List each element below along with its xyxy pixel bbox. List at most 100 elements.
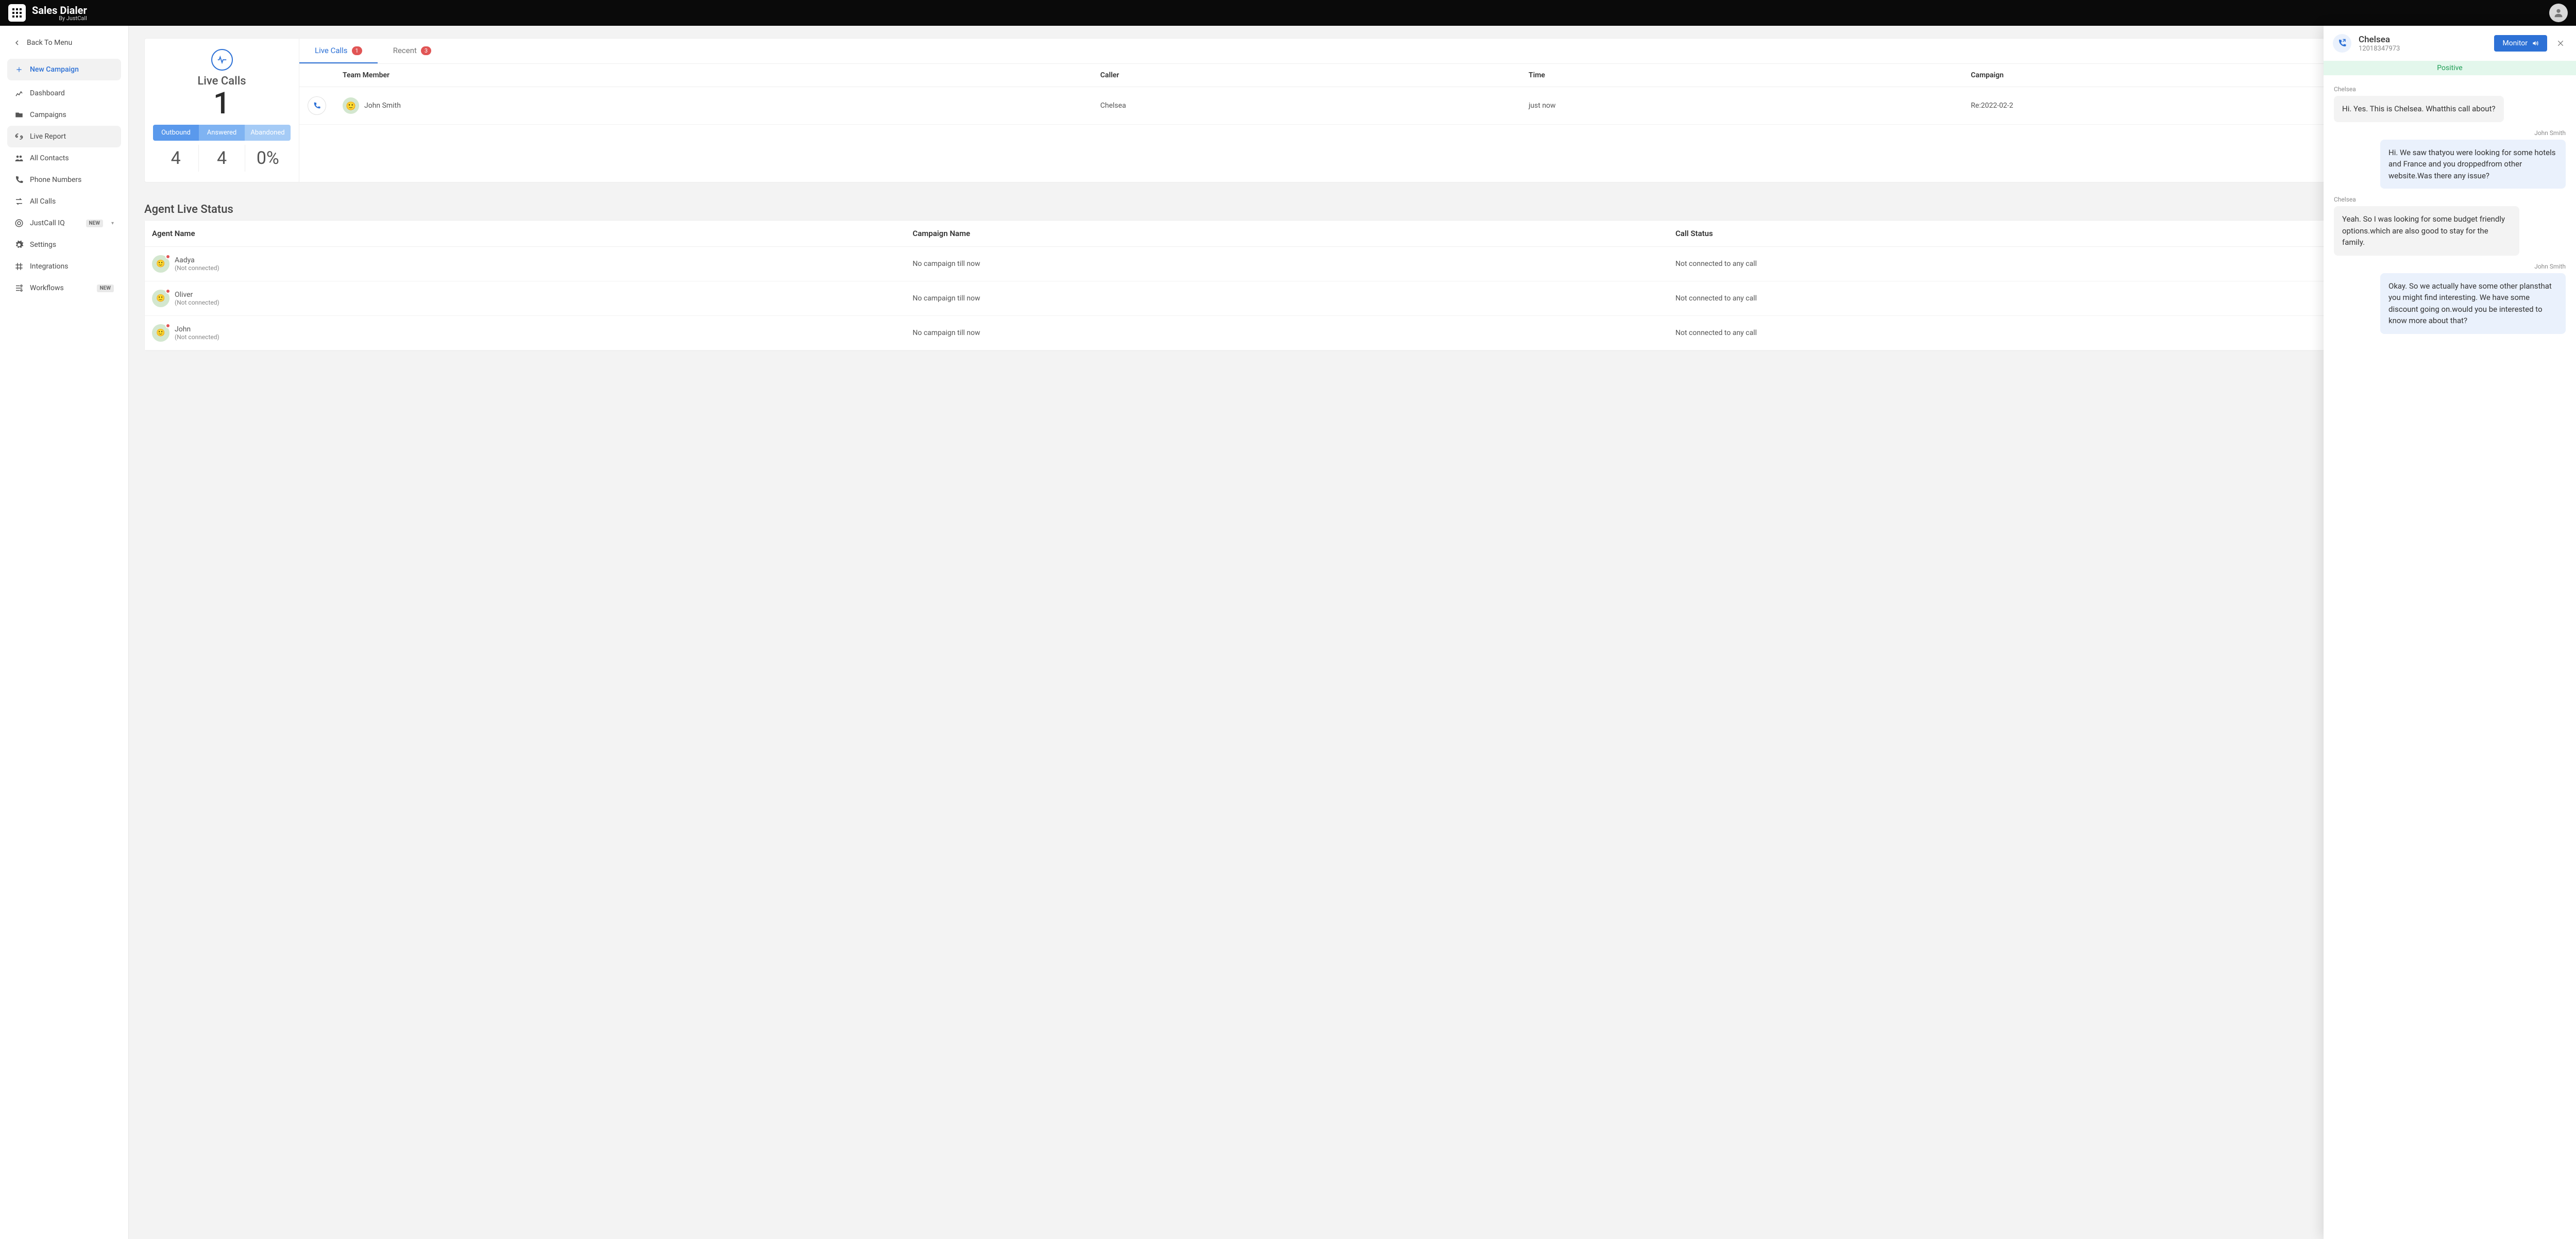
- sidebar-item-campaigns[interactable]: Campaigns: [7, 104, 121, 126]
- transcript-message: Hi. We saw thatyou were looking for some…: [2380, 140, 2566, 189]
- brand-byline: By JustCall: [32, 15, 87, 21]
- sidebar-item-workflows[interactable]: Workflows NEW: [7, 277, 121, 299]
- call-time: just now: [1520, 87, 1962, 125]
- outgoing-call-icon: [2333, 34, 2351, 53]
- app-launcher-button[interactable]: [8, 4, 26, 22]
- live-calls-table: Team Member Caller Time Campaign 🙂John S…: [299, 64, 2560, 125]
- monitor-button-label: Monitor: [2502, 39, 2528, 47]
- transcript-caller-phone: 12018347973: [2359, 45, 2487, 53]
- tab-live-calls[interactable]: Live Calls 1: [299, 39, 378, 63]
- sidebar-icon: [14, 89, 24, 98]
- transcript-caller-name: Chelsea: [2359, 35, 2487, 45]
- status-dot-offline: [165, 254, 171, 259]
- profile-avatar[interactable]: [2549, 4, 2568, 22]
- transcript-message: Hi. Yes. This is Chelsea. Whatthis call …: [2334, 96, 2504, 122]
- agent-avatar: 🙂: [152, 324, 170, 342]
- monitor-button[interactable]: Monitor: [2494, 35, 2547, 52]
- close-panel-button[interactable]: [2554, 37, 2567, 49]
- live-calls-summary: Live Calls 1 Outbound Answered Abandoned…: [145, 39, 299, 182]
- sidebar-icon: [14, 283, 24, 293]
- agent-name: John: [175, 325, 219, 333]
- new-campaign-label: New Campaign: [30, 65, 79, 74]
- back-to-menu[interactable]: Back To Menu: [7, 33, 121, 57]
- agent-campaign: No campaign till now: [905, 247, 1668, 281]
- col-team-member: Team Member: [334, 64, 1092, 87]
- chevron-down-icon: ▾: [111, 221, 114, 226]
- tab-live-calls-label: Live Calls: [315, 46, 348, 55]
- sidebar-item-label: Campaigns: [30, 111, 66, 119]
- transcript-message: Okay. So we actually have some other pla…: [2380, 273, 2566, 334]
- plus-icon: [14, 65, 24, 74]
- segment-outbound[interactable]: Outbound: [153, 125, 199, 141]
- new-badge: NEW: [86, 220, 103, 227]
- tab-recent[interactable]: Recent 3: [378, 39, 447, 63]
- pulse-icon: [211, 49, 233, 71]
- sidebar-icon: [14, 240, 24, 249]
- segment-answered[interactable]: Answered: [199, 125, 245, 141]
- status-dot-offline: [165, 289, 171, 294]
- sidebar-item-settings[interactable]: Settings: [7, 234, 121, 256]
- col-campaign-name: Campaign Name: [905, 221, 1668, 247]
- sidebar-item-dashboard[interactable]: Dashboard: [7, 82, 121, 104]
- sidebar-icon: [14, 110, 24, 120]
- agent-substatus: (Not connected): [175, 333, 219, 341]
- col-time: Time: [1520, 64, 1962, 87]
- topbar: Sales Dialer By JustCall: [0, 0, 2576, 26]
- sidebar-item-label: Workflows: [30, 284, 64, 292]
- sidebar-icon: [14, 197, 24, 206]
- count-answered: 4: [199, 145, 245, 172]
- sidebar-icon: [14, 132, 24, 141]
- agent-name: Oliver: [175, 291, 219, 299]
- count-abandoned: 0%: [245, 145, 291, 172]
- transcript-speaker: Chelsea: [2334, 86, 2566, 93]
- tab-recent-badge: 3: [421, 46, 431, 55]
- transcript-chat[interactable]: Chelsea Hi. Yes. This is Chelsea. Whatthi…: [2324, 75, 2576, 1239]
- segment-abandoned[interactable]: Abandoned: [245, 125, 291, 141]
- col-agent-name: Agent Name: [145, 221, 905, 247]
- back-to-menu-label: Back To Menu: [27, 39, 72, 47]
- sidebar-item-label: All Contacts: [30, 154, 69, 162]
- new-campaign-button[interactable]: New Campaign: [7, 59, 121, 80]
- user-icon: [2553, 7, 2564, 19]
- main-content: Live Calls 1 Outbound Answered Abandoned…: [129, 26, 2576, 1239]
- sidebar-item-label: Dashboard: [30, 89, 65, 97]
- sidebar: Back To Menu New Campaign Dashboard Campa…: [0, 26, 129, 1239]
- live-calls-count: 1: [153, 89, 291, 119]
- sidebar-icon: [14, 219, 24, 228]
- sidebar-item-label: Live Report: [30, 132, 66, 141]
- count-outbound: 4: [153, 145, 199, 172]
- agent-substatus: (Not connected): [175, 264, 219, 272]
- agent-avatar: 🙂: [152, 290, 170, 307]
- sidebar-item-label: Phone Numbers: [30, 176, 81, 184]
- member-name: John Smith: [364, 102, 401, 110]
- sidebar-icon: [14, 175, 24, 185]
- volume-icon: [2532, 40, 2539, 47]
- member-avatar: 🙂: [343, 97, 359, 114]
- status-dot-offline: [165, 323, 171, 328]
- transcript-speaker: John Smith: [2334, 263, 2566, 270]
- live-call-row[interactable]: 🙂John SmithChelseajust nowRe:2022-02-2: [299, 87, 2560, 125]
- sidebar-item-justcall-iq[interactable]: JustCall IQ NEW ▾: [7, 212, 121, 234]
- agent-campaign: No campaign till now: [905, 281, 1668, 316]
- sidebar-item-phone-numbers[interactable]: Phone Numbers: [7, 169, 121, 191]
- sidebar-icon: [14, 154, 24, 163]
- sidebar-item-label: All Calls: [30, 197, 56, 206]
- sidebar-item-all-calls[interactable]: All Calls: [7, 191, 121, 212]
- sidebar-item-all-contacts[interactable]: All Contacts: [7, 147, 121, 169]
- sidebar-item-label: Integrations: [30, 262, 68, 271]
- call-type-counts: 4 4 0%: [153, 145, 291, 172]
- sidebar-item-label: JustCall IQ: [30, 219, 65, 227]
- live-calls-table-section: Live Calls 1 Recent 3 Team Member Caller…: [299, 39, 2560, 182]
- sidebar-item-live-report[interactable]: Live Report: [7, 126, 121, 147]
- transcript-header: Chelsea 12018347973 Monitor: [2324, 26, 2576, 61]
- outgoing-call-icon: [308, 96, 326, 115]
- sidebar-item-integrations[interactable]: Integrations: [7, 256, 121, 277]
- agents-table: Agent Name Campaign Name Call Status 🙂Aa…: [145, 221, 2560, 350]
- new-badge: NEW: [97, 284, 114, 292]
- agent-row[interactable]: 🙂John(Not connected)No campaign till now…: [145, 316, 2560, 350]
- grid-icon: [12, 8, 22, 18]
- close-icon: [2556, 39, 2565, 47]
- brand-logo: Sales Dialer By JustCall: [32, 5, 87, 21]
- agent-row[interactable]: 🙂Oliver(Not connected)No campaign till n…: [145, 281, 2560, 316]
- agent-row[interactable]: 🙂Aadya(Not connected)No campaign till no…: [145, 247, 2560, 281]
